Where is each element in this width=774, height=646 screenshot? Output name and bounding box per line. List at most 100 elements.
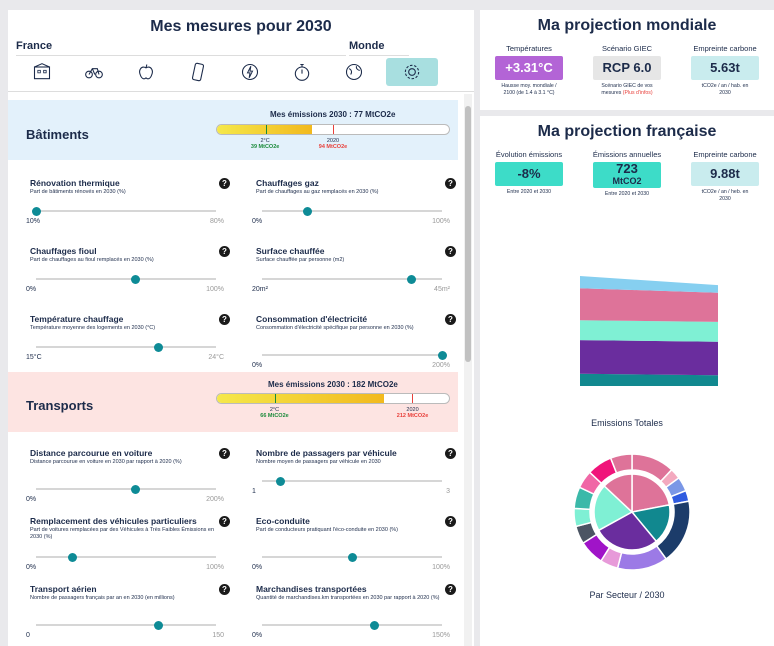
control-title: Eco-conduite bbox=[256, 516, 310, 526]
kpi-caption-line: 2030 bbox=[676, 196, 774, 203]
slider-min-label: 0 bbox=[26, 632, 30, 639]
building-icon[interactable] bbox=[16, 58, 68, 86]
slider-max-label: 45m² bbox=[434, 286, 450, 293]
help-icon[interactable]: ? bbox=[445, 178, 456, 189]
slider-track[interactable] bbox=[36, 275, 216, 284]
slider-max-label: 3 bbox=[446, 488, 450, 495]
help-icon[interactable]: ? bbox=[219, 314, 230, 325]
slider-handle[interactable] bbox=[369, 621, 379, 630]
control-subtitle: Nombre moyen de passagers par véhicule e… bbox=[256, 459, 381, 465]
control-subtitle: Surface chauffée par personne (m2) bbox=[256, 257, 345, 263]
transports-target-value: 66 MtCO2e bbox=[260, 413, 289, 419]
control-title: Consommation d'électricité bbox=[256, 314, 368, 324]
help-icon[interactable]: ? bbox=[445, 516, 456, 527]
help-icon[interactable]: ? bbox=[445, 246, 456, 257]
slider-track[interactable] bbox=[32, 207, 216, 216]
slider-handle[interactable] bbox=[32, 207, 41, 216]
help-icon[interactable]: ? bbox=[445, 584, 456, 595]
slider-handle[interactable] bbox=[438, 351, 447, 360]
kpi-caption: Hausse moy. mondiale /2100 (de 1.4 à 3.1… bbox=[480, 83, 578, 96]
slider-track[interactable] bbox=[262, 553, 442, 562]
kpi-value-number: 723 bbox=[616, 161, 638, 176]
help-icon[interactable]: ? bbox=[445, 314, 456, 325]
slider-min-label: 0% bbox=[252, 362, 263, 369]
slider-handle[interactable] bbox=[131, 275, 140, 284]
kpi-caption-line: 2100 (de 1.4 à 3.1 °C) bbox=[480, 90, 578, 97]
more-info-link[interactable]: (Plus d'infos) bbox=[623, 90, 653, 96]
energy-icon[interactable] bbox=[224, 58, 276, 86]
kpi-caption: Scénario GIEC de vos mesures (Plus d'info… bbox=[578, 83, 676, 96]
slider-track[interactable] bbox=[262, 621, 442, 630]
help-icon[interactable]: ? bbox=[219, 246, 230, 257]
slider-track[interactable] bbox=[262, 477, 442, 486]
slider-handle[interactable] bbox=[276, 477, 285, 486]
phone-icon[interactable] bbox=[172, 58, 224, 86]
bike-icon[interactable] bbox=[68, 58, 120, 86]
slider-max-label: 80% bbox=[209, 218, 224, 225]
kpi-card: Empreinte carbone 9.88t tCO2e / an / heb. … bbox=[676, 150, 774, 202]
help-icon[interactable]: ? bbox=[219, 584, 230, 595]
transports-title: Transports bbox=[26, 398, 94, 413]
bat_controls-control: Surface chauffée Surface chauffée par per… bbox=[252, 246, 456, 293]
transports-target-label: 2°C 66 MtCO2e bbox=[255, 407, 295, 419]
slider-track[interactable] bbox=[262, 351, 447, 360]
mondiale-cards: Températures +3.31°C Hausse moy. mondiale … bbox=[480, 44, 774, 96]
area-series-2 bbox=[580, 320, 718, 342]
stopwatch-icon[interactable] bbox=[276, 58, 328, 86]
slider-handle[interactable] bbox=[407, 275, 417, 284]
slider-handle[interactable] bbox=[348, 553, 357, 562]
slider-track[interactable] bbox=[262, 275, 442, 284]
slider-handle[interactable] bbox=[68, 553, 77, 562]
scrollbar-thumb[interactable] bbox=[465, 106, 471, 362]
kpi-value: -8% bbox=[495, 162, 563, 186]
outer-slice-9 bbox=[573, 507, 593, 528]
slider-min-label: 0% bbox=[252, 632, 263, 639]
france-label: France bbox=[16, 40, 53, 52]
slider-handle[interactable] bbox=[303, 207, 312, 216]
slider-track[interactable] bbox=[36, 343, 216, 352]
slider-min-label: 1 bbox=[252, 488, 256, 495]
slider-handle[interactable] bbox=[154, 343, 164, 352]
slider-max-label: 24°C bbox=[208, 354, 224, 361]
settings-icon[interactable] bbox=[386, 58, 438, 86]
slider-min-label: 0% bbox=[26, 564, 37, 571]
kpi-caption-text: 2030 bbox=[719, 195, 731, 202]
kpi-label: Évolution émissions bbox=[495, 150, 563, 159]
transports-ref-label: 2020 212 MtCO2e bbox=[393, 407, 433, 419]
help-icon[interactable]: ? bbox=[219, 448, 230, 459]
monde-underline bbox=[349, 55, 409, 56]
globe-icon[interactable] bbox=[328, 58, 380, 86]
slider-min-label: 0% bbox=[26, 496, 37, 503]
batiments-emissions-fill bbox=[217, 125, 313, 134]
slider-track[interactable] bbox=[36, 553, 216, 562]
bat_controls-control: Chauffages gaz Part de chauffages au gaz … bbox=[252, 178, 456, 225]
help-icon[interactable]: ? bbox=[219, 516, 230, 527]
area-series-3 bbox=[580, 288, 718, 322]
kpi-value: 723 MtCO2 bbox=[593, 162, 661, 188]
france-underline bbox=[16, 55, 346, 56]
help-icon[interactable]: ? bbox=[219, 178, 230, 189]
slider-handle[interactable] bbox=[154, 621, 164, 630]
slider-min-label: 0% bbox=[252, 218, 263, 225]
mondiale-title: Ma projection mondiale bbox=[537, 17, 717, 34]
control-title: Rénovation thermique bbox=[30, 178, 120, 188]
control-subtitle: Distance parcourue en voiture en 2030 pa… bbox=[30, 459, 182, 465]
slider-handle[interactable] bbox=[131, 485, 140, 494]
slider-min-label: 10% bbox=[26, 218, 41, 225]
slider-track[interactable] bbox=[36, 485, 216, 494]
trans_controls-control: Remplacement des véhicules particuliers P… bbox=[26, 516, 230, 571]
kpi-caption-line: mesures (Plus d'infos) bbox=[578, 90, 676, 97]
apple-icon[interactable] bbox=[120, 58, 172, 86]
projection-francaise-panel: Ma projection française Évolution émissi… bbox=[480, 116, 774, 646]
control-title: Nombre de passagers par véhicule bbox=[256, 448, 397, 458]
batiments-emissions-bar bbox=[216, 124, 450, 135]
measures-scroll[interactable]: Bâtiments Mes émissions 2030 : 77 MtCO2e… bbox=[8, 92, 474, 646]
slider-track[interactable] bbox=[36, 621, 216, 630]
control-title: Distance parcourue en voiture bbox=[30, 448, 153, 458]
par-secteur-label: Par Secteur / 2030 bbox=[589, 590, 665, 600]
slider-track[interactable] bbox=[262, 207, 442, 216]
kpi-label: Scénario GIEC bbox=[601, 44, 653, 53]
help-icon[interactable]: ? bbox=[445, 448, 456, 459]
control-title: Remplacement des véhicules particuliers bbox=[30, 516, 197, 526]
kpi-card: Scénario GIEC RCP 6.0 Scénario GIEC de vos… bbox=[578, 44, 676, 96]
